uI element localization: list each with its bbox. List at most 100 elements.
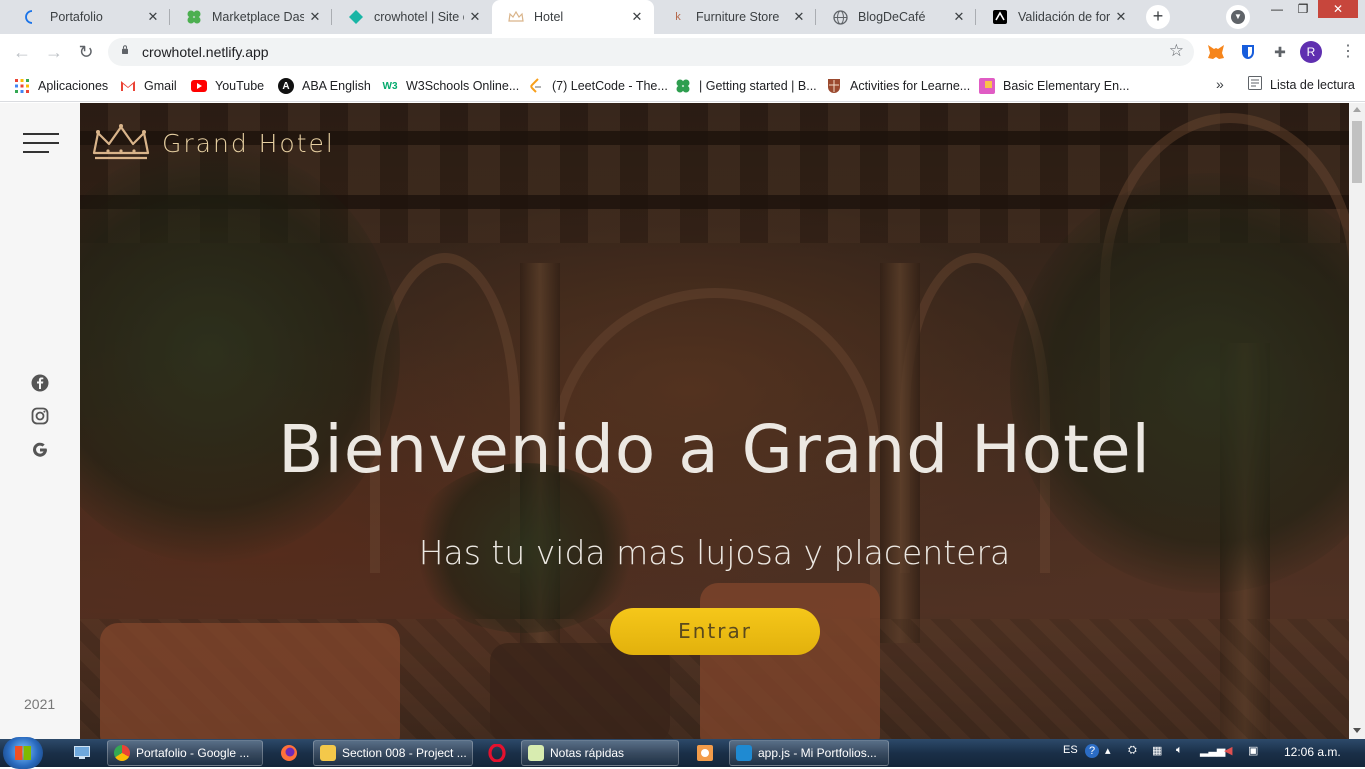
tab-validacion-form[interactable]: Validación de form ✕ [976, 0, 1138, 34]
opera-icon[interactable] [487, 743, 507, 763]
bookmark-getting-started[interactable]: | Getting started | B... [675, 76, 817, 96]
show-desktop-icon[interactable] [72, 743, 92, 763]
bookmark-label: | Getting started | B... [699, 79, 817, 93]
menu-kebab-icon[interactable]: ⋮ [1340, 41, 1356, 63]
scrollbar-thumb[interactable] [1352, 121, 1362, 183]
window-close-button[interactable]: ✕ [1318, 0, 1358, 18]
bookmark-aplicaciones[interactable]: Aplicaciones [14, 76, 108, 96]
site-logo[interactable]: Grand Hotel [90, 123, 335, 163]
bookmark-w3schools[interactable]: W3 W3Schools Online... [382, 76, 520, 96]
close-icon[interactable]: ✕ [304, 9, 326, 25]
reading-list-button[interactable]: Lista de lectura [1248, 76, 1355, 93]
system-clock[interactable]: 12:06 a.m. [1284, 745, 1341, 759]
taskbar-item-chrome[interactable]: Portafolio - Google ... [107, 740, 263, 766]
copyright-year: 2021 [24, 696, 56, 712]
brand-name: Grand Hotel [162, 128, 335, 158]
reading-list-icon [1248, 76, 1262, 93]
close-icon[interactable]: ✕ [626, 9, 648, 25]
bookmark-cambridge-activities[interactable]: Activities for Learne... [826, 76, 970, 96]
bookmark-gmail[interactable]: Gmail [120, 76, 177, 96]
address-bar[interactable]: crowhotel.netlify.app ☆ [108, 38, 1194, 66]
bookmark-label: Gmail [144, 79, 177, 93]
extensions-puzzle-icon[interactable]: ✚ [1270, 42, 1290, 62]
tab-label: Furniture Store [696, 10, 780, 24]
volume-icon[interactable]: 🔈︎ [1176, 744, 1183, 757]
start-button[interactable] [3, 737, 43, 769]
new-tab-button[interactable]: + [1146, 5, 1170, 29]
tab-label: Portafolio [50, 10, 103, 24]
tray-icons-icon[interactable]: ▴ [1105, 744, 1111, 757]
help-icon[interactable]: ? [1085, 744, 1099, 758]
close-icon[interactable]: ✕ [948, 9, 970, 25]
tab-hotel[interactable]: Hotel ✕ [492, 0, 654, 34]
instagram-icon[interactable] [30, 406, 50, 426]
tab-marketplace[interactable]: Marketplace Dashb ✕ [170, 0, 332, 34]
speaker-muted-icon[interactable]: ◀ [1224, 744, 1232, 757]
reload-button[interactable]: ↻ [74, 40, 98, 64]
close-icon[interactable]: ✕ [788, 9, 810, 25]
hero-subheadline: Has tu vida mas lujosa y placentera [418, 533, 1011, 572]
apps-grid-icon [14, 78, 30, 94]
crown-icon [92, 124, 150, 160]
hamburger-menu-icon[interactable] [23, 131, 59, 155]
facebook-icon[interactable] [30, 373, 50, 393]
page-scrollbar[interactable] [1349, 103, 1365, 739]
maximize-button[interactable]: ❐ [1290, 0, 1316, 18]
google-icon[interactable] [30, 440, 50, 460]
close-icon[interactable]: ✕ [142, 9, 164, 25]
taskbar-item-sticky-notes[interactable]: Notas rápidas [521, 740, 679, 766]
tab-strip: Portafolio ✕ Marketplace Dashb ✕ crowhot… [0, 0, 1365, 34]
scroll-down-icon[interactable] [1353, 728, 1361, 733]
aba-icon: A [278, 78, 294, 94]
network-icon[interactable]: ▦ [1152, 744, 1162, 757]
forward-button[interactable]: → [42, 40, 66, 64]
profile-avatar[interactable]: R [1300, 41, 1322, 63]
bookmark-leetcode[interactable]: (7) LeetCode - The... [528, 76, 668, 96]
close-icon[interactable]: ✕ [464, 9, 486, 25]
tab-crowhotel-netlify[interactable]: crowhotel | Site ov ✕ [332, 0, 492, 34]
minimize-button[interactable]: — [1264, 0, 1290, 18]
leetcode-icon [528, 78, 544, 94]
taskbar-item-explorer[interactable]: Section 008 - Project ... [313, 740, 473, 766]
action-center-icon[interactable]: ▣ [1248, 744, 1258, 757]
signal-icon[interactable]: ▂▃▅ [1200, 744, 1225, 757]
language-indicator[interactable]: ES [1063, 744, 1078, 756]
taskbar-item-label: Notas rápidas [550, 746, 625, 760]
bookmark-label: Activities for Learne... [850, 79, 971, 93]
bookmark-aba-english[interactable]: A ABA English [278, 76, 371, 96]
puzzle-bookmark-icon [979, 78, 995, 94]
bookmark-youtube[interactable]: YouTube [191, 76, 264, 96]
tab-portafolio[interactable]: Portafolio ✕ [8, 0, 170, 34]
bookmark-star-icon[interactable]: ☆ [1169, 41, 1184, 61]
bookmark-label: (7) LeetCode - The... [552, 79, 668, 93]
scroll-up-icon[interactable] [1353, 107, 1361, 112]
bookmark-basic-elementary[interactable]: Basic Elementary En... [979, 76, 1129, 96]
loading-spinner-icon [24, 9, 40, 25]
youtube-icon [191, 78, 207, 94]
tab-furniture-store[interactable]: k Furniture Store ✕ [654, 0, 816, 34]
bookmark-label: Basic Elementary En... [1003, 79, 1130, 93]
metamask-icon[interactable] [1206, 42, 1226, 62]
taskbar-item-label: app.js - Mi Portfolios... [758, 746, 877, 760]
tray-app-icon[interactable]: ⛭ [1128, 744, 1137, 757]
tab-blogdecafe[interactable]: BlogDeCafé ✕ [816, 0, 976, 34]
gmail-icon [120, 78, 136, 94]
taskbar-item-vscode[interactable]: app.js - Mi Portfolios... [729, 740, 889, 766]
furniture-icon: k [675, 11, 681, 23]
back-button[interactable]: ← [10, 40, 34, 64]
bookmarks-bar: Aplicaciones Gmail YouTube A ABA English… [0, 70, 1365, 102]
enter-button[interactable]: Entrar [610, 608, 820, 655]
tab-label: Marketplace Dashb [212, 10, 304, 24]
folder-icon [320, 745, 336, 761]
windows-taskbar: Portafolio - Google ... Section 008 - Pr… [0, 737, 1365, 769]
snipping-tool-icon[interactable] [695, 743, 715, 763]
more-bookmarks-button[interactable]: » [1216, 76, 1224, 92]
firefox-icon[interactable] [279, 743, 299, 763]
w3schools-icon: W3 [382, 80, 398, 92]
site-sidebar: 2021 [0, 103, 80, 739]
bitwarden-icon[interactable] [1238, 42, 1258, 62]
url-text: crowhotel.netlify.app [142, 44, 269, 60]
close-icon[interactable]: ✕ [1110, 9, 1132, 25]
tab-search-button[interactable]: ▼ [1226, 5, 1250, 29]
bookmark-label: ABA English [302, 79, 371, 93]
